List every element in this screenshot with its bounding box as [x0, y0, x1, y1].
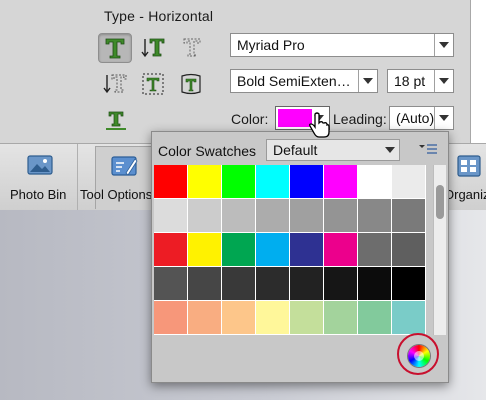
organizer-icon	[457, 155, 481, 177]
color-swatch[interactable]	[392, 233, 425, 266]
color-swatch[interactable]	[222, 267, 255, 300]
font-family-value: Myriad Pro	[237, 37, 305, 53]
horizontal-type-icon	[105, 38, 125, 59]
swatch-grid	[154, 165, 426, 335]
color-swatch[interactable]	[358, 267, 391, 300]
color-swatch[interactable]	[324, 267, 357, 300]
horizontal-type-tool-button[interactable]	[98, 33, 132, 63]
color-swatch[interactable]	[256, 267, 289, 300]
font-family-select[interactable]: Myriad Pro	[230, 33, 454, 57]
color-swatch[interactable]	[290, 233, 323, 266]
photo-bin-label: Photo Bin	[10, 187, 67, 202]
color-swatch[interactable]	[358, 301, 391, 334]
color-swatch[interactable]	[256, 165, 289, 198]
color-swatch[interactable]	[154, 267, 187, 300]
vertical-type-tool-button[interactable]	[138, 33, 170, 61]
color-swatch[interactable]	[290, 165, 323, 198]
type-on-path-icon	[106, 111, 126, 130]
chevron-down-icon	[434, 70, 453, 92]
color-swatch[interactable]	[188, 165, 221, 198]
color-swatch[interactable]	[154, 199, 187, 232]
color-swatch[interactable]	[222, 233, 255, 266]
color-chip	[278, 109, 312, 127]
type-mask-icon	[183, 38, 201, 57]
panel-menu-icon	[419, 144, 437, 154]
color-swatch[interactable]	[358, 165, 391, 198]
color-swatch[interactable]	[392, 301, 425, 334]
chevron-down-icon	[434, 107, 453, 129]
leading-value: (Auto)	[396, 110, 434, 126]
color-swatch[interactable]	[188, 267, 221, 300]
divider	[77, 144, 78, 210]
color-swatch[interactable]	[188, 233, 221, 266]
swatch-library-select[interactable]: Default	[266, 139, 400, 161]
color-swatch[interactable]	[324, 199, 357, 232]
color-swatch[interactable]	[256, 199, 289, 232]
font-size-select[interactable]: 18 pt	[387, 69, 454, 93]
color-swatch[interactable]	[324, 301, 357, 334]
paragraph-type-tool-button[interactable]	[137, 70, 169, 98]
vertical-type-mask-icon	[103, 74, 127, 94]
chevron-down-icon	[381, 139, 399, 161]
organizer-button[interactable]: Organizer	[448, 152, 486, 210]
type-on-shape-tool-button[interactable]	[175, 70, 207, 98]
panel-title: Type - Horizontal	[104, 8, 214, 24]
vertical-type-mask-tool-button[interactable]	[100, 70, 132, 98]
swatch-scrollbar[interactable]	[433, 165, 446, 335]
panel-menu-button[interactable]	[417, 141, 439, 157]
tool-options-button[interactable]: Tool Options	[80, 146, 155, 209]
swatch-library-value: Default	[273, 142, 318, 158]
color-swatch[interactable]	[324, 165, 357, 198]
leading-select[interactable]: (Auto)	[389, 106, 454, 130]
color-swatch[interactable]	[222, 199, 255, 232]
color-swatch[interactable]	[154, 301, 187, 334]
color-swatch[interactable]	[154, 165, 187, 198]
color-swatch[interactable]	[154, 233, 187, 266]
type-on-path-tool-button[interactable]	[100, 106, 132, 134]
color-label: Color:	[231, 111, 269, 127]
color-swatch[interactable]	[358, 199, 391, 232]
color-swatch[interactable]	[256, 301, 289, 334]
horizontal-type-mask-tool-button[interactable]	[176, 33, 208, 61]
chevron-down-icon	[358, 70, 377, 92]
tool-options-icon	[111, 156, 138, 176]
swatches-title: Color Swatches	[158, 143, 257, 159]
color-swatch[interactable]	[188, 199, 221, 232]
paragraph-type-icon	[142, 73, 164, 95]
type-on-shape-icon	[181, 73, 201, 95]
tool-options-label: Tool Options	[80, 187, 153, 202]
color-swatch[interactable]	[188, 301, 221, 334]
chevron-down-icon	[434, 34, 453, 56]
color-swatch[interactable]	[222, 301, 255, 334]
font-style-select[interactable]: Bold SemiExten…	[230, 69, 378, 93]
hand-cursor-icon	[309, 112, 330, 138]
leading-label: Leading:	[333, 111, 387, 127]
font-style-value: Bold SemiExten…	[237, 73, 351, 89]
color-swatch[interactable]	[392, 199, 425, 232]
vertical-type-icon	[141, 38, 165, 58]
organizer-label: Organizer	[448, 187, 486, 202]
color-swatch[interactable]	[290, 301, 323, 334]
color-swatch[interactable]	[324, 233, 357, 266]
highlight-circle-annotation	[397, 333, 439, 375]
color-swatch[interactable]	[222, 165, 255, 198]
color-swatch[interactable]	[256, 233, 289, 266]
font-size-value: 18 pt	[394, 73, 426, 89]
photo-bin-button[interactable]: Photo Bin	[6, 148, 72, 206]
scrollbar-thumb[interactable]	[436, 185, 444, 219]
color-swatch[interactable]	[392, 165, 425, 198]
color-swatch[interactable]	[290, 199, 323, 232]
color-swatch[interactable]	[358, 233, 391, 266]
color-swatch[interactable]	[392, 267, 425, 300]
color-swatch[interactable]	[290, 267, 323, 300]
type-options-panel: Type - Horizontal Myriad Pro Bold SemiEx…	[0, 0, 471, 143]
photo-bin-icon	[27, 155, 53, 175]
